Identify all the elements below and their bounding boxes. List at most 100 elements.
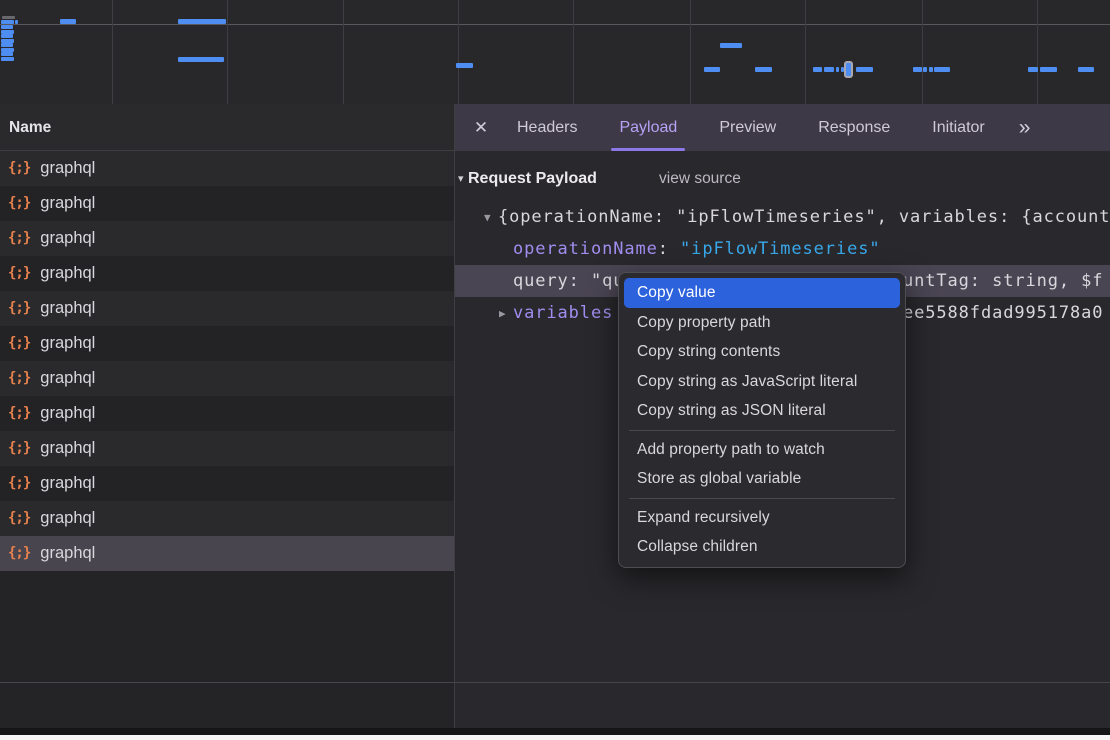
json-request-icon: {;}	[8, 186, 30, 221]
network-overview-timeline[interactable]	[0, 0, 1110, 105]
tab-preview[interactable]: Preview	[719, 104, 776, 151]
overview-gridline	[805, 0, 806, 104]
overview-gridline	[922, 0, 923, 104]
request-row-graphql-1[interactable]: {;} graphql	[0, 151, 454, 186]
request-name-label: graphql	[40, 151, 95, 186]
overview-request-bar	[1, 34, 13, 38]
name-column-header[interactable]: Name	[0, 104, 454, 151]
json-request-icon: {;}	[8, 291, 30, 326]
tab-response[interactable]: Response	[818, 104, 890, 151]
view-source-link[interactable]: view source	[659, 165, 741, 193]
disclosure-triangle-icon[interactable]: ▾	[458, 165, 464, 193]
menu-item-store-as-global-variable[interactable]: Store as global variable	[624, 464, 900, 494]
expanded-arrow-icon[interactable]: ▼	[484, 202, 498, 233]
request-row-graphql-11[interactable]: {;}graphql	[0, 501, 454, 536]
collapsed-arrow-icon[interactable]: ▶	[499, 298, 513, 329]
chevron-double-right-icon[interactable]: »	[1019, 104, 1029, 151]
overview-request-bar	[1, 20, 14, 24]
overview-request-bar	[1, 43, 13, 47]
menu-separator	[629, 498, 895, 499]
overview-request-bar	[178, 19, 226, 24]
json-request-icon: {;}	[8, 466, 30, 501]
overview-request-bar	[60, 19, 76, 24]
request-row-graphql-9[interactable]: {;}graphql	[0, 431, 454, 466]
menu-item-copy-property-path[interactable]: Copy property path	[624, 308, 900, 338]
devtools-network-panel: Name {;}graphql{;}graphql{;}graphql{;}gr…	[0, 0, 1110, 740]
json-key-text: operationName	[513, 239, 658, 259]
json-clipped-text: untTag: string, $f	[903, 265, 1103, 297]
tab-payload[interactable]: Payload	[619, 104, 677, 151]
tab-headers[interactable]: Headers	[517, 104, 577, 151]
overview-request-bar	[1, 57, 14, 61]
overview-gridline	[690, 0, 691, 104]
overview-request-bar	[929, 67, 933, 72]
request-row-graphql-7[interactable]: {;}graphql	[0, 361, 454, 396]
request-row-graphql-10[interactable]: {;} graphql	[0, 466, 454, 501]
request-name-label: graphql	[40, 466, 95, 501]
overview-request-bar	[856, 67, 873, 72]
request-row-graphql-8[interactable]: {;} graphql	[0, 396, 454, 431]
overview-request-bar	[720, 43, 742, 48]
menu-item-copy-string-as-json-literal[interactable]: Copy string as JSON literal	[624, 396, 900, 426]
overview-gridline	[458, 0, 459, 104]
request-row-graphql-12[interactable]: {;}graphql	[0, 536, 454, 571]
menu-item-copy-string-contents[interactable]: Copy string contents	[624, 337, 900, 367]
request-name-label: graphql	[40, 326, 95, 361]
request-row-graphql-2[interactable]: {;}graphql	[0, 186, 454, 221]
window-bottom-edge	[0, 728, 1110, 735]
overview-request-bar	[813, 67, 822, 72]
overview-request-bar	[923, 67, 927, 72]
payload-tree-row-2[interactable]: operationName: "ipFlowTimeseries"	[455, 233, 1110, 265]
overview-request-bar	[1040, 67, 1057, 72]
footer-divider	[0, 682, 1110, 683]
overview-request-bar	[178, 57, 224, 62]
overview-request-bar	[1, 52, 13, 56]
overview-request-bar	[836, 67, 839, 72]
json-request-icon: {;}	[8, 151, 30, 186]
overview-request-bar	[824, 67, 834, 72]
request-name-label: graphql	[40, 431, 95, 466]
json-request-icon: {;}	[8, 536, 30, 571]
json-string-text: "ipFlowTimeseries"	[680, 239, 880, 259]
json-request-icon: {;}	[8, 221, 30, 256]
menu-item-add-property-path-to-watch[interactable]: Add property path to watch	[624, 435, 900, 465]
overview-request-bar	[1, 25, 13, 29]
json-plain-text: query: "qu	[513, 271, 624, 291]
overview-selected-request-marker	[844, 61, 853, 78]
json-plain-text: :	[658, 239, 680, 259]
menu-item-copy-value[interactable]: Copy value	[624, 278, 900, 308]
json-request-icon: {;}	[8, 396, 30, 431]
json-request-icon: {;}	[8, 501, 30, 536]
menu-item-expand-recursively[interactable]: Expand recursively	[624, 503, 900, 533]
request-row-graphql-4[interactable]: {;}graphql	[0, 256, 454, 291]
request-name-label: graphql	[40, 361, 95, 396]
overview-request-bar	[913, 67, 922, 72]
overview-gridline	[112, 0, 113, 104]
overview-request-bar	[1078, 67, 1094, 72]
overview-request-bar	[456, 63, 473, 68]
overview-band-divider	[0, 24, 1110, 25]
overview-gridline	[573, 0, 574, 104]
json-request-icon: {;}	[8, 256, 30, 291]
tab-initiator[interactable]: Initiator	[932, 104, 984, 151]
close-icon[interactable]: ✕	[463, 118, 499, 138]
overview-request-bar	[2, 16, 15, 19]
request-payload-title: Request Payload	[468, 165, 597, 193]
request-payload-section-header: ▾ Request Payload view source	[455, 165, 1110, 193]
request-name-label: graphql	[40, 396, 95, 431]
request-row-graphql-5[interactable]: {;} graphql	[0, 291, 454, 326]
payload-tree-row-1[interactable]: ▼{operationName: "ipFlowTimeseries", var…	[455, 201, 1110, 233]
context-menu: Copy valueCopy property pathCopy string …	[618, 272, 906, 568]
overview-gridline	[227, 0, 228, 104]
request-row-graphql-3[interactable]: {;}graphql	[0, 221, 454, 256]
overview-request-bar	[755, 67, 772, 72]
menu-item-collapse-children[interactable]: Collapse children	[624, 532, 900, 562]
request-row-graphql-6[interactable]: {;}graphql	[0, 326, 454, 361]
request-rows: {;} graphql {;} graphql {;} graphql {;} graphql…	[0, 151, 454, 571]
request-name-label: graphql	[40, 291, 95, 326]
overview-request-bar	[704, 67, 720, 72]
overview-request-bar	[1028, 67, 1038, 72]
menu-item-copy-string-as-javascript-literal[interactable]: Copy string as JavaScript literal	[624, 367, 900, 397]
panel-split-divider[interactable]	[454, 104, 455, 728]
overview-request-bar	[934, 67, 950, 72]
